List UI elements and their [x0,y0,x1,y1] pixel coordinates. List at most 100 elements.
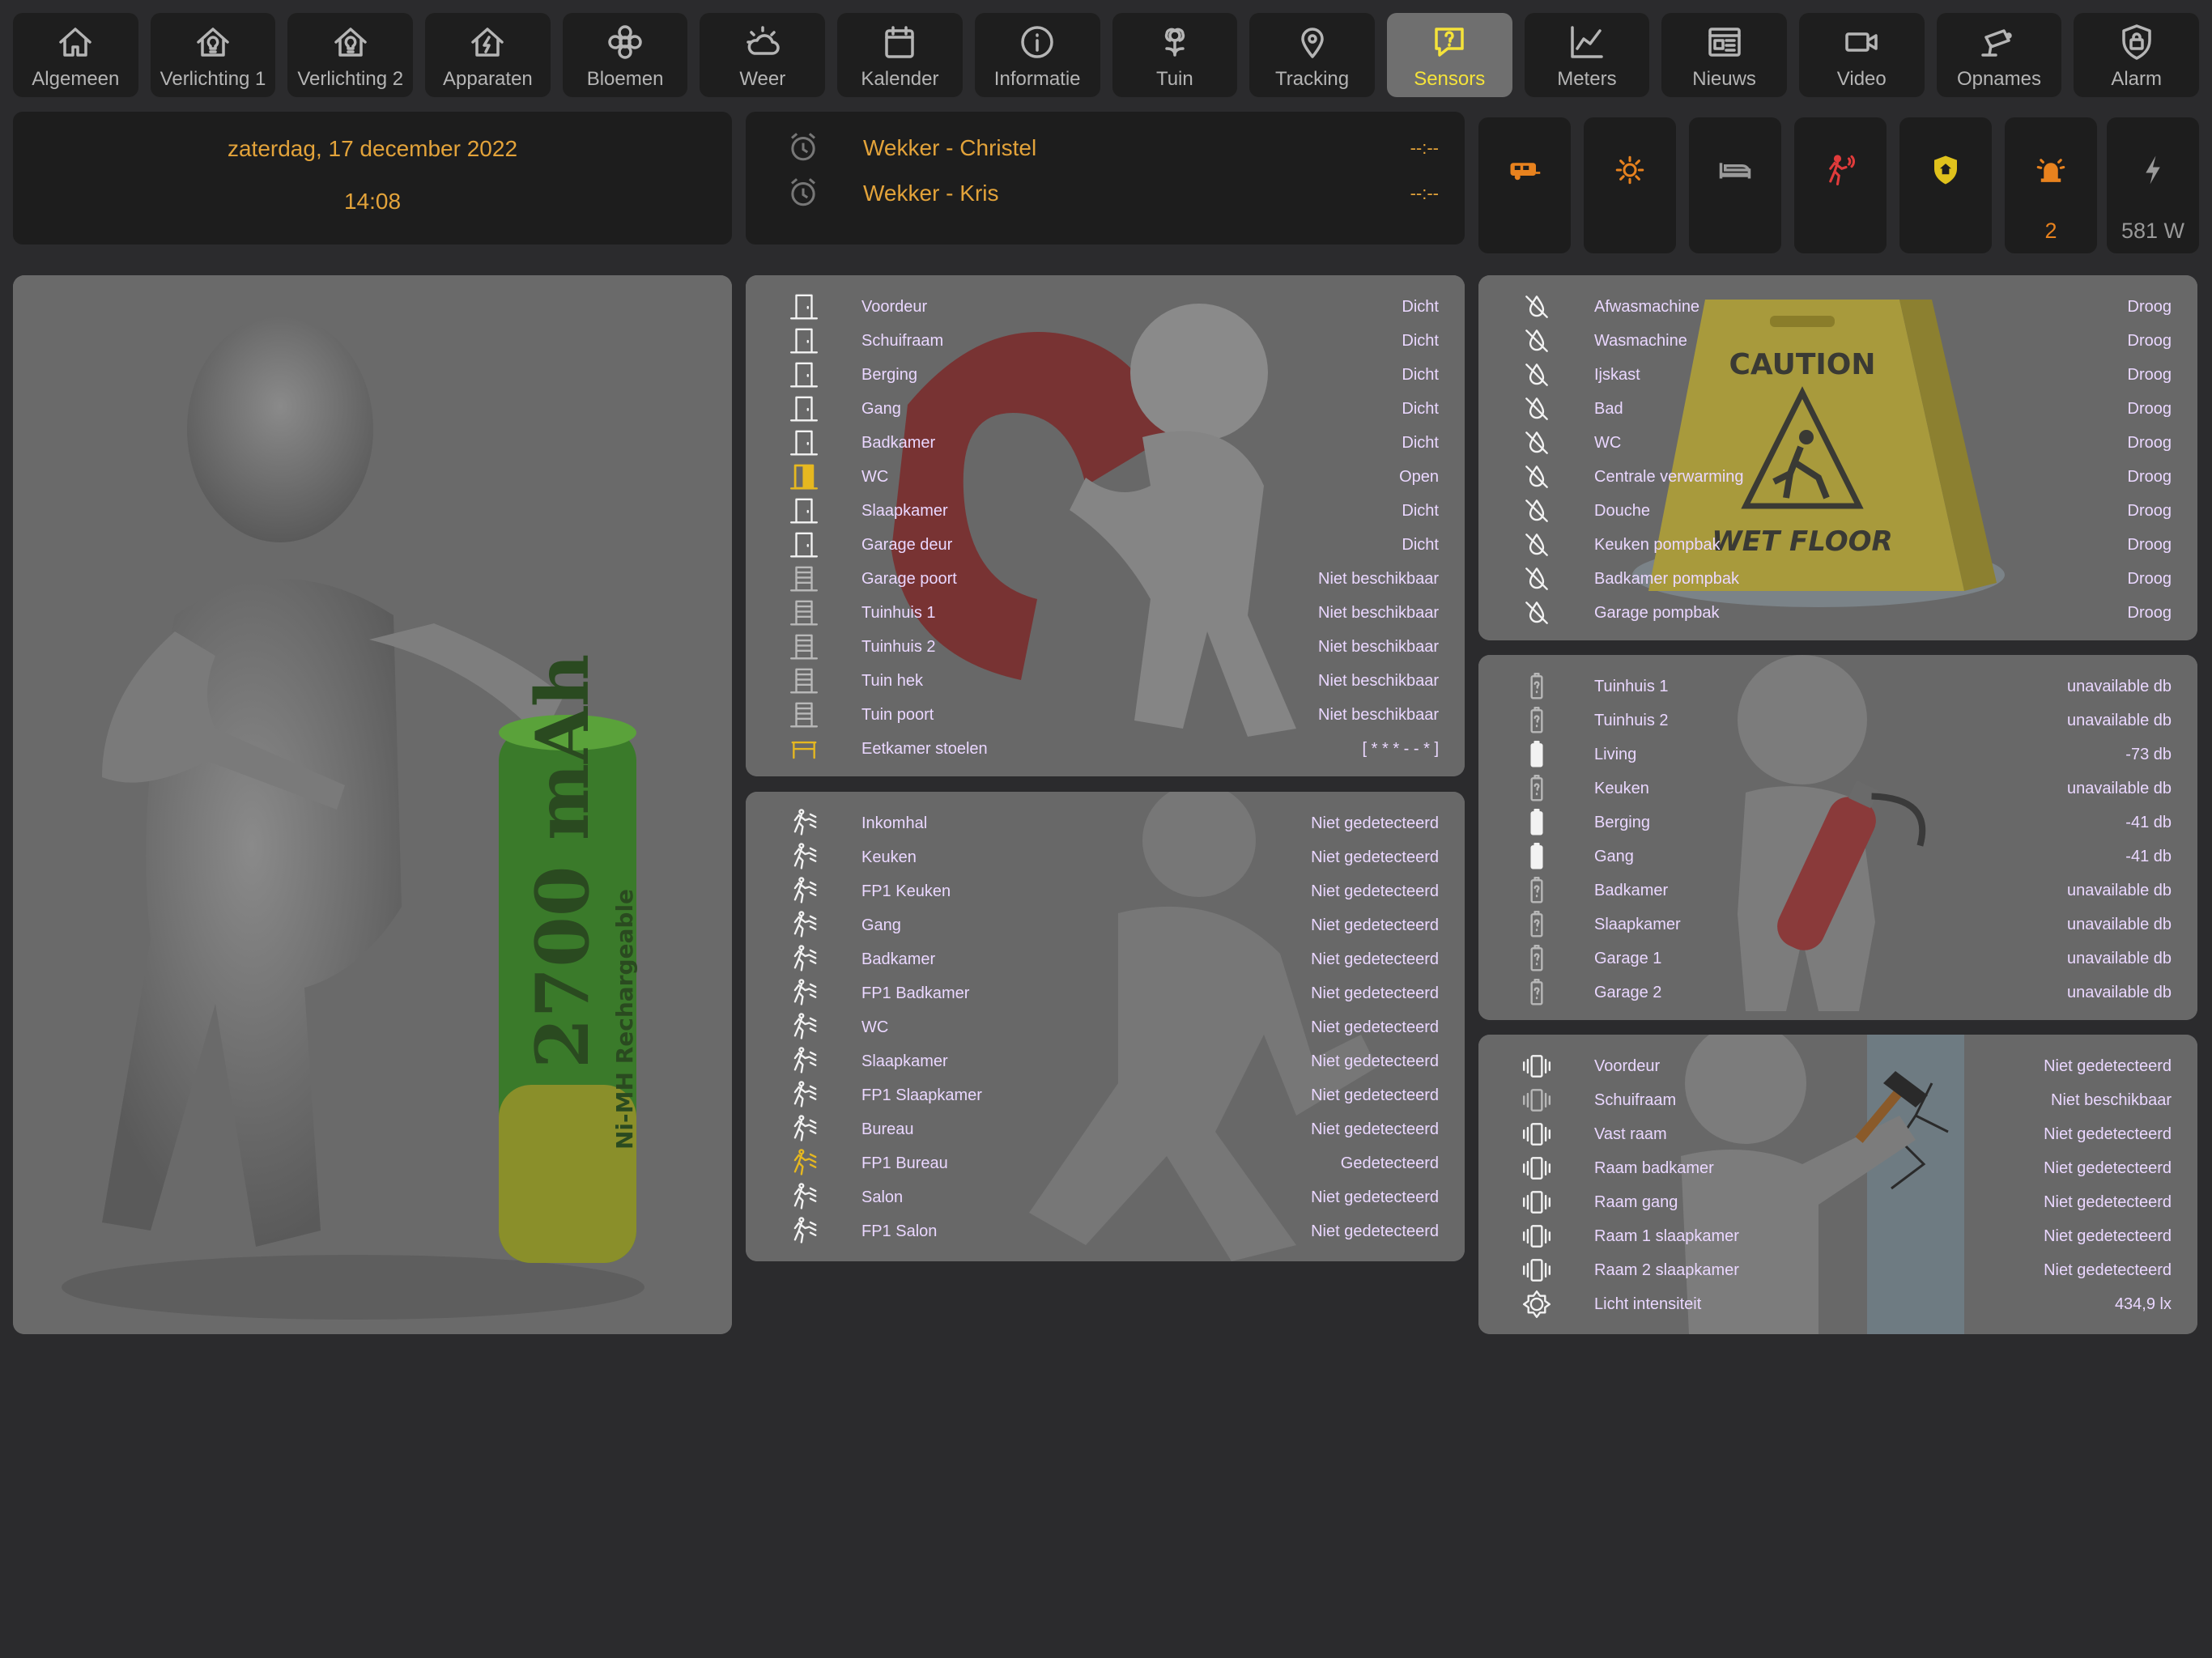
sensor-state: Niet gedetecteerd [1311,882,1439,900]
sensor-label: Slaapkamer [861,1052,948,1070]
leak-row-wasmachine[interactable]: Wasmachine Droog [1478,324,2197,358]
status-power[interactable]: 581 W [2107,117,2199,253]
nav-tab-video[interactable]: Video [1798,13,1925,97]
door-row-wc[interactable]: WC Open [746,460,1465,494]
nav-tab-weer[interactable]: Weer [700,13,826,97]
smoke-row-keuken[interactable]: Keuken unavailable db [1478,772,2197,806]
motion-row-salon[interactable]: Salon Niet gedetecteerd [746,1180,1465,1214]
home-light-icon [330,21,372,63]
door-row-garage-poort[interactable]: Garage poort Niet beschikbaar [746,562,1465,596]
nav-tab-meters[interactable]: Meters [1524,13,1650,97]
nav-tab-sensors[interactable]: Sensors [1386,13,1512,97]
sensor-state: Niet gedetecteerd [2044,1192,2172,1211]
nav-tab-alarm[interactable]: Alarm [2074,13,2199,97]
smoke-row-living[interactable]: Living -73 db [1478,738,2197,772]
smoke-row-garage-2[interactable]: Garage 2 unavailable db [1478,976,2197,1010]
leak-row-centrale-verwarming[interactable]: Centrale verwarming Droog [1478,460,2197,494]
alarm-row-christel[interactable]: Wekker - Christel --:-- [746,128,1465,168]
sensor-state: unavailable db [2067,983,2172,1001]
door-row-tuinhuis-1[interactable]: Tuinhuis 1 Niet beschikbaar [746,596,1465,630]
sensor-label: FP1 Badkamer [861,984,970,1002]
door-row-gang[interactable]: Gang Dicht [746,392,1465,426]
leak-row-keuken-pompbak[interactable]: Keuken pompbak Droog [1478,528,2197,562]
nav-tab-kalender[interactable]: Kalender [837,13,963,97]
leak-row-ijskast[interactable]: Ijskast Droog [1478,358,2197,392]
status-caravan[interactable] [1478,117,1571,253]
sensor-state: Open [1399,467,1439,486]
door-row-tuinhuis-2[interactable]: Tuinhuis 2 Niet beschikbaar [746,630,1465,664]
nav-tab-algemeen[interactable]: Algemeen [13,13,138,97]
vibration-row-raam-1-slaapkamer[interactable]: Raam 1 slaapkamer Niet gedetecteerd [1478,1219,2197,1253]
nav-tab-tuin[interactable]: Tuin [1112,13,1238,97]
vibration-row-voordeur[interactable]: Voordeur Niet gedetecteerd [1478,1049,2197,1083]
motion-row-fp1-keuken[interactable]: FP1 Keuken Niet gedetecteerd [746,874,1465,908]
sensor-state: Niet gedetecteerd [1311,1222,1439,1240]
door-row-garage-deur[interactable]: Garage deur Dicht [746,528,1465,562]
leak-row-wc[interactable]: WC Droog [1478,426,2197,460]
motion-row-gang[interactable]: Gang Niet gedetecteerd [746,908,1465,942]
leak-row-afwasmachine[interactable]: Afwasmachine Droog [1478,290,2197,324]
motion-row-fp1-badkamer[interactable]: FP1 Badkamer Niet gedetecteerd [746,976,1465,1010]
nav-tab-label: Sensors [1414,68,1486,90]
door-row-schuifraam[interactable]: Schuifraam Dicht [746,324,1465,358]
status-motion[interactable] [1794,117,1887,253]
nav-tab-tracking[interactable]: Tracking [1249,13,1375,97]
status-security[interactable] [1899,117,1992,253]
door-row-badkamer[interactable]: Badkamer Dicht [746,426,1465,460]
smoke-row-badkamer[interactable]: Badkamer unavailable db [1478,874,2197,908]
smoke-row-tuinhuis-2[interactable]: Tuinhuis 2 unavailable db [1478,704,2197,738]
nav-tab-bloemen[interactable]: Bloemen [562,13,688,97]
vibration-row-licht-intensiteit[interactable]: Licht intensiteit 434,9 lx [1478,1287,2197,1321]
status-sun[interactable] [1584,117,1676,253]
door-row-voordeur[interactable]: Voordeur Dicht [746,290,1465,324]
motion-row-fp1-slaapkamer[interactable]: FP1 Slaapkamer Niet gedetecteerd [746,1078,1465,1112]
smoke-row-gang[interactable]: Gang -41 db [1478,840,2197,874]
motion-row-inkomhal[interactable]: Inkomhal Niet gedetecteerd [746,806,1465,840]
sensor-label: Keuken [861,848,917,866]
garage-door-icon [785,596,823,630]
nav-tab-nieuws[interactable]: Nieuws [1661,13,1787,97]
door-row-eetkamer-stoelen[interactable]: Eetkamer stoelen [ * * * - - * ] [746,732,1465,766]
vibration-row-vast-raam[interactable]: Vast raam Niet gedetecteerd [1478,1117,2197,1151]
nav-tab-label: Apparaten [443,68,533,90]
alarm-row-kris[interactable]: Wekker - Kris --:-- [746,173,1465,214]
motion-row-badkamer[interactable]: Badkamer Niet gedetecteerd [746,942,1465,976]
leak-row-badkamer-pompbak[interactable]: Badkamer pompbak Droog [1478,562,2197,596]
sensor-label: Gang [1594,847,1634,865]
leak-row-douche[interactable]: Douche Droog [1478,494,2197,528]
motion-row-keuken[interactable]: Keuken Niet gedetecteerd [746,840,1465,874]
vibration-row-raam-2-slaapkamer[interactable]: Raam 2 slaapkamer Niet gedetecteerd [1478,1253,2197,1287]
smoke-row-berging[interactable]: Berging -41 db [1478,806,2197,840]
nav-tab-opnames[interactable]: Opnames [1936,13,2062,97]
door-row-slaapkamer[interactable]: Slaapkamer Dicht [746,494,1465,528]
leak-row-bad[interactable]: Bad Droog [1478,392,2197,426]
status-bed[interactable] [1689,117,1781,253]
motion-row-slaapkamer[interactable]: Slaapkamer Niet gedetecteerd [746,1044,1465,1078]
motion-row-bureau[interactable]: Bureau Niet gedetecteerd [746,1112,1465,1146]
motion-row-fp1-salon[interactable]: FP1 Salon Niet gedetecteerd [746,1214,1465,1248]
motion-row-fp1-bureau[interactable]: FP1 Bureau Gedetecteerd [746,1146,1465,1180]
door-row-tuin-hek[interactable]: Tuin hek Niet beschikbaar [746,664,1465,698]
smoke-row-slaapkamer[interactable]: Slaapkamer unavailable db [1478,908,2197,942]
door-row-tuin-poort[interactable]: Tuin poort Niet beschikbaar [746,698,1465,732]
sun-icon [1584,150,1676,190]
nav-tab-verlichting-2[interactable]: Verlichting 2 [287,13,414,97]
water-off-icon [1517,528,1556,562]
leak-row-garage-pompbak[interactable]: Garage pompbak Droog [1478,596,2197,630]
status-alarm-light[interactable]: 2 [2005,117,2097,253]
sensor-state: Dicht [1402,433,1439,452]
sensor-state: unavailable db [2067,779,2172,797]
vibration-row-schuifraam[interactable]: Schuifraam Niet beschikbaar [1478,1083,2197,1117]
smoke-row-tuinhuis-1[interactable]: Tuinhuis 1 unavailable db [1478,670,2197,704]
sensor-label: FP1 Keuken [861,882,951,900]
nav-tab-verlichting-1[interactable]: Verlichting 1 [150,13,276,97]
motion-row-wc[interactable]: WC Niet gedetecteerd [746,1010,1465,1044]
nav-tab-informatie[interactable]: Informatie [974,13,1100,97]
vibration-row-raam-badkamer[interactable]: Raam badkamer Niet gedetecteerd [1478,1151,2197,1185]
motion-sensor-icon [785,840,823,874]
smoke-row-garage-1[interactable]: Garage 1 unavailable db [1478,942,2197,976]
sensor-label: Voordeur [861,297,928,316]
door-row-berging[interactable]: Berging Dicht [746,358,1465,392]
nav-tab-apparaten[interactable]: Apparaten [425,13,551,97]
vibration-row-raam-gang[interactable]: Raam gang Niet gedetecteerd [1478,1185,2197,1219]
